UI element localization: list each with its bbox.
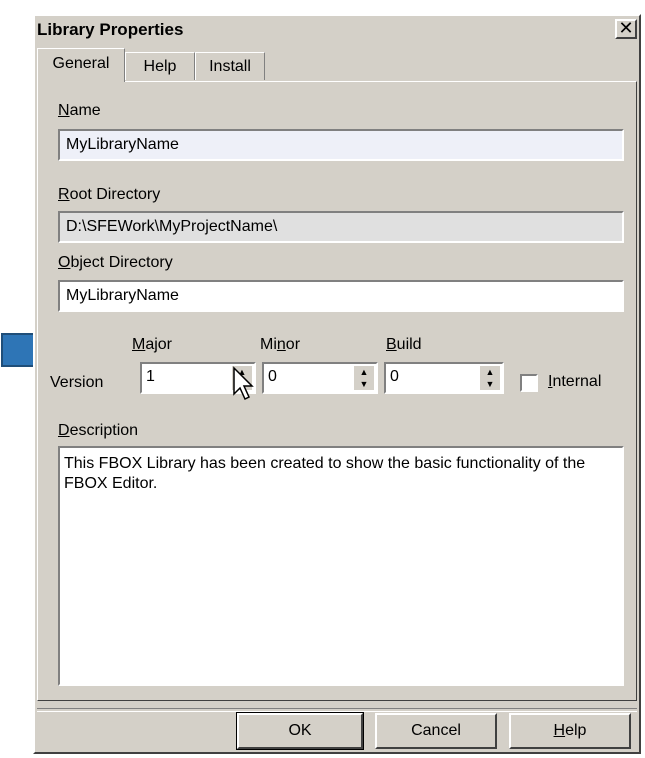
major-value: 1 bbox=[146, 368, 155, 385]
spin-arrows-icon[interactable]: ▲ ▼ bbox=[480, 366, 500, 390]
internal-label[interactable]: Internal bbox=[548, 373, 601, 391]
tab-general[interactable]: General bbox=[37, 48, 125, 82]
name-field[interactable]: MyLibraryName bbox=[58, 129, 624, 161]
description-label: Description bbox=[58, 422, 139, 439]
name-label: Name bbox=[58, 102, 101, 119]
object-directory-field[interactable]: MyLibraryName bbox=[58, 280, 624, 312]
minor-spinner[interactable]: 0 ▲ ▼ bbox=[262, 362, 378, 394]
object-directory-label: Object Directory bbox=[58, 254, 173, 271]
spin-up-icon[interactable]: ▲ bbox=[480, 366, 500, 378]
title-bar: Library Properties ✕ bbox=[35, 16, 639, 44]
name-field-value: MyLibraryName bbox=[66, 136, 179, 153]
root-directory-field: D:\SFEWork\MyProjectName\ bbox=[58, 211, 624, 243]
root-directory-value: D:\SFEWork\MyProjectName\ bbox=[66, 218, 278, 235]
button-separator bbox=[37, 708, 637, 712]
internal-checkbox[interactable] bbox=[520, 374, 538, 392]
minor-value: 0 bbox=[268, 368, 277, 385]
major-label: Major bbox=[132, 336, 173, 353]
description-text: This FBOX Library has been created to sh… bbox=[64, 455, 586, 492]
description-textarea[interactable]: This FBOX Library has been created to sh… bbox=[58, 446, 624, 686]
spin-down-icon[interactable]: ▼ bbox=[480, 378, 500, 390]
spin-up-icon[interactable]: ▲ bbox=[354, 366, 374, 378]
cancel-button-label: Cancel bbox=[411, 722, 461, 739]
build-value: 0 bbox=[390, 368, 399, 385]
build-spinner[interactable]: 0 ▲ ▼ bbox=[384, 362, 504, 394]
version-label: Version bbox=[50, 374, 104, 391]
tab-help[interactable]: Help bbox=[125, 52, 195, 80]
spin-down-icon[interactable]: ▼ bbox=[354, 378, 374, 390]
library-properties-dialog: Library Properties ✕ General Help Instal… bbox=[33, 14, 641, 754]
window-title: Library Properties bbox=[37, 20, 184, 39]
cancel-button[interactable]: Cancel bbox=[375, 713, 497, 749]
help-button-label: Help bbox=[553, 722, 587, 739]
mouse-pointer-icon bbox=[233, 366, 254, 401]
close-button[interactable]: ✕ bbox=[615, 19, 637, 39]
build-label: Build bbox=[386, 336, 422, 353]
help-button[interactable]: Help bbox=[509, 713, 631, 749]
general-panel: Name MyLibraryName Root Directory D:\SFE… bbox=[37, 81, 637, 701]
root-directory-label: Root Directory bbox=[58, 186, 161, 203]
tab-install-label: Install bbox=[209, 58, 251, 75]
object-directory-value: MyLibraryName bbox=[66, 287, 179, 304]
minor-label: Minor bbox=[260, 336, 301, 353]
ok-button-label: OK bbox=[288, 722, 312, 739]
close-icon: ✕ bbox=[618, 18, 634, 38]
spin-arrows-icon[interactable]: ▲ ▼ bbox=[354, 366, 374, 390]
tab-help-label: Help bbox=[143, 58, 177, 75]
tab-general-label: General bbox=[52, 55, 110, 72]
tab-install[interactable]: Install bbox=[195, 52, 265, 80]
ok-button[interactable]: OK bbox=[236, 712, 364, 750]
